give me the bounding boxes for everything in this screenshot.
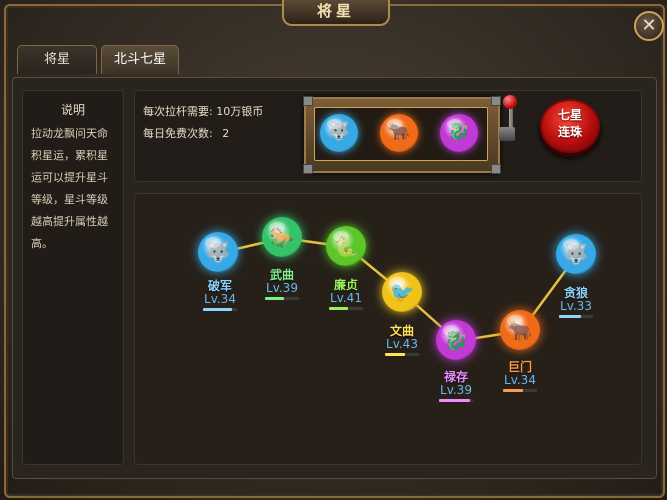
close-button[interactable]: ✕ <box>634 11 664 41</box>
seven-star-chain-label: 七星 连珠 <box>542 107 598 141</box>
ox-icon-glyph: 🐂 <box>387 121 411 142</box>
slot-corner <box>303 96 313 106</box>
star-level: Lv.39 <box>440 383 472 397</box>
star-progress-fill <box>203 308 232 311</box>
window-title: 将星 <box>282 0 390 26</box>
description-panel: 说明 拉动龙飘问天命积星运，累积星运可以提升星斗等级，星斗等级越高提升属性越高。 <box>22 90 124 465</box>
star-orb-dragon-icon[interactable]: 🐉 <box>436 320 476 360</box>
horse-icon: 🐎 <box>269 225 295 249</box>
cost-value: 10万银币 <box>216 105 264 118</box>
star-level: Lv.34 <box>504 373 536 387</box>
free-label: 每日免费次数: <box>143 127 213 140</box>
dragon-icon-glyph: 🐉 <box>447 121 471 142</box>
star-progress-bar <box>329 307 363 310</box>
tab-big-dipper[interactable]: 北斗七星 <box>101 45 179 74</box>
star-orb-bird-icon[interactable]: 🐦 <box>382 272 422 312</box>
seven-star-chain-button[interactable]: 七星 连珠 <box>540 99 600 153</box>
star-orb-wolf-icon[interactable]: 🐺 <box>198 232 238 272</box>
description-title: 说明 <box>60 103 85 117</box>
star-progress-fill <box>503 389 524 392</box>
star-level: Lv.41 <box>330 291 362 305</box>
wolf-icon: 🐺 <box>205 240 231 264</box>
wolf-icon-glyph: 🐺 <box>327 121 351 142</box>
star-progress-bar <box>385 353 419 356</box>
bird-icon: 🐦 <box>389 280 415 304</box>
slot-corner <box>491 164 501 174</box>
lever-icon[interactable] <box>503 95 517 109</box>
star-level: Lv.43 <box>386 337 418 351</box>
lever-base <box>499 127 515 141</box>
snake-icon: 🐍 <box>333 234 359 258</box>
wolf-icon: 🐺 <box>563 242 589 266</box>
slot-corner <box>303 164 313 174</box>
star-level: Lv.34 <box>204 292 236 306</box>
star-progress-bar <box>503 389 537 392</box>
star-progress-bar <box>265 297 299 300</box>
ox-icon: 🐂 <box>507 318 533 342</box>
cost-line: 每次拉杆需要: 10万银币 <box>143 103 263 119</box>
star-progress-bar <box>439 399 473 402</box>
cost-label: 每次拉杆需要: <box>143 105 213 118</box>
star-progress-fill <box>559 315 582 318</box>
dragon-icon: 🐉 <box>440 114 478 152</box>
free-line: 每日免费次数: 2 <box>143 125 229 141</box>
button-label-line2: 连珠 <box>557 125 582 139</box>
star-orb-ox-icon[interactable]: 🐂 <box>500 310 540 350</box>
dragon-icon: 🐉 <box>443 328 469 352</box>
ox-icon: 🐂 <box>380 114 418 152</box>
star-orb-wolf-icon[interactable]: 🐺 <box>556 234 596 274</box>
star-orb-snake-icon[interactable]: 🐍 <box>326 226 366 266</box>
star-progress-fill <box>385 353 406 356</box>
star-progress-fill <box>329 307 348 310</box>
star-orb-horse-icon[interactable]: 🐎 <box>262 217 302 257</box>
free-value: 2 <box>222 127 230 140</box>
star-level: Lv.39 <box>266 281 298 295</box>
star-progress-bar <box>203 308 237 311</box>
wolf-icon: 🐺 <box>320 114 358 152</box>
tab-generals[interactable]: 将星 <box>17 45 97 74</box>
star-progress-fill <box>265 297 284 300</box>
star-progress-bar <box>559 315 593 318</box>
star-progress-fill <box>439 399 470 402</box>
star-level: Lv.33 <box>560 299 592 313</box>
description-text: 拉动龙飘问天命积星运，累积星运可以提升星斗等级，星斗等级越高提升属性越高。 <box>31 127 108 250</box>
button-label-line1: 七星 <box>557 108 582 122</box>
slot-corner <box>491 96 501 106</box>
